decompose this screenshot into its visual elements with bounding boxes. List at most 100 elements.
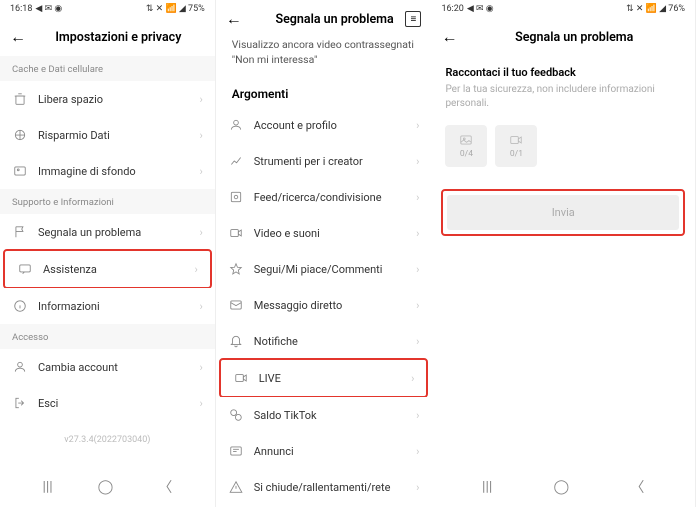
video-icon [508, 133, 524, 147]
row-warn[interactable]: Si chiude/rallentamenti/rete› [216, 469, 432, 505]
nav-back-icon[interactable]: 〈 [630, 477, 644, 497]
row-feed[interactable]: Feed/ricerca/condivisione› [216, 179, 432, 215]
row-label: Saldo TikTok [254, 409, 416, 422]
image-icon [458, 133, 474, 147]
nav-recent-icon[interactable]: ||| [482, 479, 492, 495]
chevron-right-icon: › [416, 409, 419, 422]
send-button[interactable]: Invia [447, 195, 679, 230]
media-attachments: 0/4 0/1 [431, 111, 695, 181]
wallet-icon [228, 407, 244, 423]
message-icon [228, 297, 244, 313]
chevron-right-icon: › [416, 191, 419, 204]
back-icon[interactable]: ← [10, 27, 26, 47]
page-title: Segnala un problema [463, 30, 685, 45]
row-star[interactable]: Segui/Mi piace/Commenti› [216, 251, 432, 287]
row-label: Informazioni [38, 300, 199, 313]
chevron-right-icon: › [199, 226, 202, 239]
row-label: Account e profilo [254, 119, 416, 132]
row-video[interactable]: Video e suoni› [216, 215, 432, 251]
row-live[interactable]: LIVE› [219, 358, 429, 398]
image-icon [12, 163, 28, 179]
back-icon[interactable]: ← [226, 9, 242, 29]
row-message[interactable]: Messaggio diretto› [216, 287, 432, 323]
row-flag[interactable]: Segnala un problema› [0, 214, 215, 250]
row-data[interactable]: Risparmio Dati› [0, 117, 215, 153]
chevron-right-icon: › [199, 300, 202, 313]
star-icon [228, 261, 244, 277]
row-chart[interactable]: Strumenti per i creator› [216, 143, 432, 179]
page-title: Segnala un problema [248, 12, 422, 27]
row-info[interactable]: Informazioni› [0, 288, 215, 324]
bell-icon [228, 333, 244, 349]
row-bell[interactable]: Notifiche› [216, 323, 432, 359]
version-text: v27.3.4(2022703040) [0, 421, 215, 459]
row-label: Messaggio diretto [254, 299, 416, 312]
data-icon [12, 127, 28, 143]
chevron-right-icon: › [416, 263, 419, 276]
account-icon [228, 117, 244, 133]
attach-image-button[interactable]: 0/4 [445, 125, 487, 167]
status-icons-right: ⇅ ✕ 📶 ◢ 75% [146, 4, 205, 14]
section-account: Accesso [0, 324, 215, 349]
row-label: Assistenza [43, 263, 194, 276]
attach-video-button[interactable]: 0/1 [495, 125, 537, 167]
feed-icon [228, 189, 244, 205]
chevron-right-icon: › [416, 155, 419, 168]
chevron-right-icon: › [416, 119, 419, 132]
chat-icon [17, 261, 33, 277]
warn-icon [228, 479, 244, 495]
section-support: Supporto e Informazioni [0, 189, 215, 214]
report-panel: ← Segnala un problema ≡ Visualizzo ancor… [216, 0, 432, 507]
row-label: Libera spazio [38, 93, 199, 106]
row-trash[interactable]: Libera spazio› [0, 81, 215, 117]
nav-home-icon[interactable]: ◯ [554, 479, 570, 495]
row-label: Segui/Mi piace/Commenti [254, 263, 416, 276]
nav-home-icon[interactable]: ◯ [98, 479, 114, 495]
row-label: Esci [38, 397, 199, 410]
switch-icon [12, 359, 28, 375]
chevron-right-icon: › [199, 361, 202, 374]
video-icon [228, 225, 244, 241]
row-label: Segnala un problema [38, 226, 199, 239]
nav-back-icon[interactable]: 〈 [158, 477, 172, 497]
row-switch[interactable]: Cambia account› [0, 349, 215, 385]
back-icon[interactable]: ← [441, 27, 457, 47]
status-icons-left: ◀ ✉ ◉ [35, 4, 62, 14]
chevron-right-icon: › [416, 299, 419, 312]
flag-icon [12, 224, 28, 240]
chevron-right-icon: › [199, 397, 202, 410]
section-cache: Cache e Dati cellulare [0, 56, 215, 81]
header: ← Impostazioni e privacy [0, 18, 215, 56]
chevron-right-icon: › [194, 263, 197, 276]
android-nav: ||| ◯ 〈 [0, 467, 215, 507]
doc-icon[interactable]: ≡ [405, 11, 421, 27]
video-count: 0/1 [510, 149, 523, 159]
status-time: 16:18 [10, 4, 32, 14]
chevron-right-icon: › [199, 129, 202, 142]
nav-recent-icon[interactable]: ||| [42, 479, 52, 495]
row-label: Notifiche [254, 335, 416, 348]
row-image[interactable]: Immagine di sfondo› [0, 153, 215, 189]
chart-icon [228, 153, 244, 169]
chevron-right-icon: › [416, 445, 419, 458]
chevron-right-icon: › [416, 481, 419, 494]
feedback-panel: 16:20◀ ✉ ◉ ⇅ ✕ 📶 ◢ 76% ← Segnala un prob… [431, 0, 696, 507]
row-account[interactable]: Account e profilo› [216, 107, 432, 143]
android-nav: ||| ◯ 〈 [431, 467, 695, 507]
chevron-right-icon: › [199, 93, 202, 106]
row-ads[interactable]: Annunci› [216, 433, 432, 469]
chevron-right-icon: › [416, 227, 419, 240]
row-logout[interactable]: Esci› [0, 385, 215, 421]
status-icons-right: ⇅ ✕ 📶 ◢ 76% [626, 4, 685, 14]
page-title: Impostazioni e privacy [32, 30, 205, 45]
trash-icon [12, 91, 28, 107]
chevron-right-icon: › [411, 372, 414, 385]
subtitle: Visualizzo ancora video contrassegnati "… [216, 38, 432, 77]
row-wallet[interactable]: Saldo TikTok› [216, 397, 432, 433]
row-chat[interactable]: Assistenza› [3, 249, 212, 289]
logout-icon [12, 395, 28, 411]
row-label: Annunci [254, 445, 416, 458]
row-label: Cambia account [38, 361, 199, 374]
header: ← Segnala un problema [431, 18, 695, 56]
chevron-right-icon: › [416, 335, 419, 348]
